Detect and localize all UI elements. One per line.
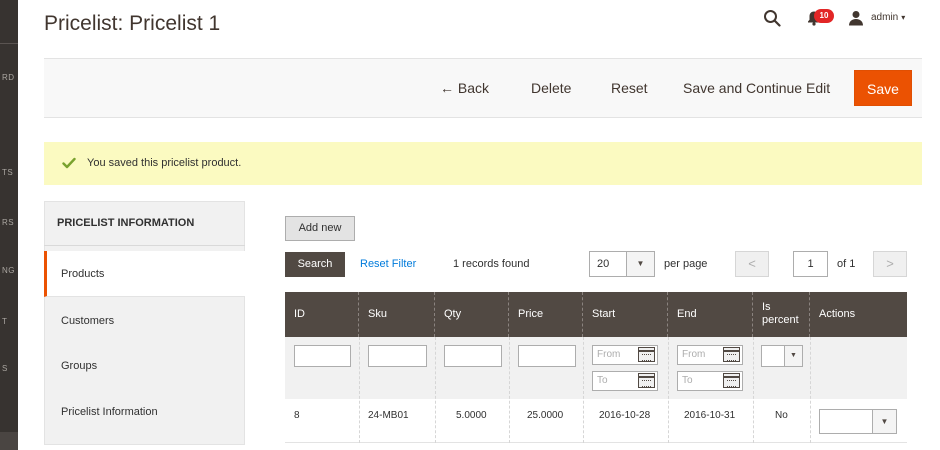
- per-page-value: 20: [597, 258, 610, 270]
- back-button[interactable]: ← Back: [440, 70, 489, 106]
- calendar-icon[interactable]: [723, 373, 740, 388]
- filter-price-input[interactable]: [518, 345, 576, 367]
- add-new-button[interactable]: Add new: [285, 216, 355, 241]
- row-actions-select[interactable]: ▼: [819, 409, 897, 434]
- tab-pricelist-information[interactable]: Pricelist Information: [44, 389, 245, 435]
- cell-start: 2016-10-28: [599, 410, 651, 421]
- cell-price: 25.0000: [527, 410, 564, 421]
- filter-id-input[interactable]: [294, 345, 351, 367]
- tab-customers[interactable]: Customers: [44, 298, 245, 344]
- tab-products[interactable]: Products: [44, 251, 245, 297]
- column-start[interactable]: Start: [583, 292, 668, 337]
- reset-filter-link[interactable]: Reset Filter: [360, 258, 416, 270]
- sidebar-divider: [0, 43, 18, 44]
- delete-button[interactable]: Delete: [531, 70, 571, 106]
- table-row: [285, 399, 907, 443]
- chevron-down-icon: ▾: [901, 13, 906, 22]
- admin-sidebar: RD TS RS NG T S: [0, 0, 18, 450]
- chevron-down-icon: ▼: [784, 346, 802, 366]
- calendar-icon[interactable]: [638, 347, 655, 362]
- filter-is-percent-select[interactable]: ▼: [761, 345, 803, 367]
- column-qty[interactable]: Qty: [435, 292, 509, 337]
- save-and-continue-button[interactable]: Save and Continue Edit: [683, 70, 830, 106]
- page-total: of 1: [837, 258, 856, 270]
- cell-sku: 24-MB01: [368, 410, 409, 421]
- sidebar-bottom-item[interactable]: [0, 432, 18, 450]
- filter-sku-input[interactable]: [368, 345, 427, 367]
- reset-button[interactable]: Reset: [611, 70, 648, 106]
- column-divider: [583, 337, 584, 443]
- chevron-left-icon[interactable]: <: [735, 251, 769, 277]
- tabs-title: PRICELIST INFORMATION: [44, 201, 245, 246]
- page-title: Pricelist: Pricelist 1: [44, 12, 221, 35]
- filter-qty-input[interactable]: [444, 345, 502, 367]
- success-message-text: You saved this pricelist product.: [87, 157, 242, 169]
- column-divider: [509, 337, 510, 443]
- column-sku[interactable]: Sku: [359, 292, 435, 337]
- search-button[interactable]: Search: [285, 252, 345, 277]
- column-end[interactable]: End: [668, 292, 753, 337]
- calendar-icon[interactable]: [638, 373, 655, 388]
- user-icon[interactable]: [848, 10, 864, 26]
- user-name: admin: [871, 12, 899, 23]
- column-actions: Actions: [819, 308, 856, 320]
- column-id[interactable]: ID: [285, 292, 359, 337]
- records-count: 1 records found: [453, 258, 530, 270]
- page-input[interactable]: 1: [793, 251, 828, 277]
- column-price[interactable]: Price: [509, 292, 583, 337]
- column-divider: [435, 337, 436, 443]
- sidebar-item-dashboard[interactable]: RD: [2, 73, 15, 82]
- search-icon[interactable]: [763, 9, 781, 27]
- sidebar-item-marketing[interactable]: NG: [2, 266, 15, 275]
- chevron-down-icon[interactable]: ▼: [626, 252, 654, 276]
- notification-badge[interactable]: 10: [814, 9, 834, 23]
- save-button[interactable]: Save: [854, 70, 912, 106]
- chevron-right-icon[interactable]: >: [873, 251, 907, 277]
- tab-groups[interactable]: Groups: [44, 343, 245, 389]
- per-page-label: per page: [664, 258, 708, 270]
- checkmark-icon: [62, 157, 76, 169]
- cell-qty: 5.0000: [456, 410, 487, 421]
- column-divider: [810, 337, 811, 443]
- column-divider: [359, 337, 360, 443]
- cell-id: 8: [294, 410, 300, 421]
- sidebar-item-content[interactable]: T: [2, 317, 7, 326]
- sidebar-item-customers[interactable]: RS: [2, 218, 14, 227]
- column-is-percent[interactable]: Is percent: [753, 292, 810, 337]
- cell-end: 2016-10-31: [684, 410, 736, 421]
- column-divider: [753, 337, 754, 443]
- chevron-down-icon: ▼: [872, 410, 896, 433]
- sidebar-item-products[interactable]: TS: [2, 168, 13, 177]
- calendar-icon[interactable]: [723, 347, 740, 362]
- user-menu[interactable]: admin ▾: [871, 12, 905, 23]
- sidebar-item-reports[interactable]: S: [2, 364, 8, 373]
- column-divider: [668, 337, 669, 443]
- cell-is-percent: No: [775, 410, 788, 421]
